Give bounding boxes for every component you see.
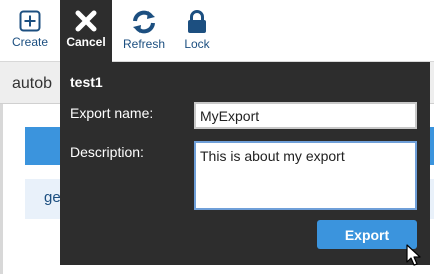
export-dialog: test1 Export name: Description: This is …: [60, 62, 430, 265]
description-label: Description:: [70, 144, 144, 160]
plus-square-icon: [19, 10, 41, 32]
create-label: Create: [11, 35, 49, 49]
description-input[interactable]: This is about my export: [194, 141, 417, 210]
create-button[interactable]: Create: [0, 0, 60, 62]
header-bar-text: autob: [12, 75, 53, 92]
mouse-cursor-icon: [406, 244, 421, 266]
lock-button[interactable]: Lock: [174, 0, 220, 62]
cancel-button[interactable]: Cancel: [60, 0, 112, 62]
close-icon: [75, 10, 97, 32]
panel-divider: [0, 104, 3, 274]
refresh-label: Refresh: [122, 37, 166, 51]
export-name-label: Export name:: [70, 105, 154, 121]
refresh-icon: [133, 10, 155, 34]
export-button[interactable]: Export: [317, 220, 417, 249]
dialog-title: test1: [70, 74, 103, 90]
table-row-text: ge: [44, 189, 61, 206]
refresh-button[interactable]: Refresh: [116, 0, 172, 62]
lock-label: Lock: [184, 37, 210, 51]
lock-icon: [188, 10, 206, 33]
cancel-label: Cancel: [66, 35, 106, 49]
toolbar: Create Cancel Refresh Lock: [0, 0, 434, 62]
export-name-input[interactable]: [194, 102, 417, 129]
